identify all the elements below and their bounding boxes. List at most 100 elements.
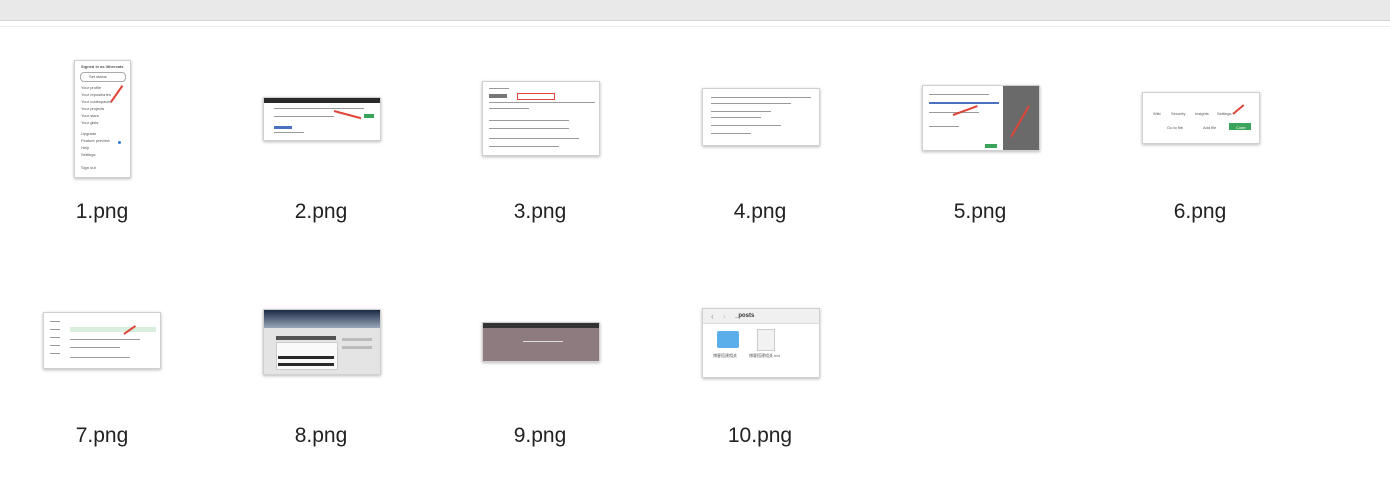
- thumb-header: Signed in as lithercats: [81, 64, 124, 69]
- thumb-line: [489, 128, 569, 129]
- file-item-2[interactable]: 2.png: [236, 50, 406, 250]
- thumb-line: [929, 94, 989, 95]
- thumb-line: [489, 88, 509, 89]
- red-arrow: [952, 105, 978, 116]
- highlight-box: [517, 93, 555, 100]
- red-arrow: [333, 110, 362, 120]
- menu-item: Sign out: [81, 165, 96, 170]
- tab-label: Security: [1171, 111, 1186, 116]
- thumb-line: [274, 108, 364, 109]
- menu-item: Feature preview: [81, 138, 110, 143]
- chevron-left-icon: ‹: [711, 312, 714, 321]
- file-thumbnail: [263, 309, 381, 375]
- panel-dark: [276, 336, 336, 340]
- thumb-line: [711, 111, 771, 112]
- thumb-button: Code: [1236, 125, 1246, 130]
- thumb-line: [70, 347, 120, 348]
- form-bar: [278, 356, 334, 359]
- file-name: 4.png: [733, 200, 787, 223]
- thumb-line: [711, 125, 781, 126]
- toolbar-strip: [0, 0, 1390, 21]
- thumb-line: [489, 94, 507, 98]
- thumb-button: Add file: [1203, 125, 1217, 130]
- thumb-button: Go to file: [1167, 125, 1184, 130]
- file-name: 2.png: [294, 200, 348, 223]
- thumb-line: [929, 102, 999, 104]
- file-thumbnail: [922, 85, 1040, 151]
- file-name: 6.png: [1173, 200, 1227, 223]
- thumb-line: [342, 346, 372, 349]
- file-name: 10.png: [727, 424, 793, 447]
- menu-item: Your profile: [81, 85, 102, 90]
- thumb-line: [274, 126, 292, 129]
- thumb-line: [50, 321, 60, 322]
- tab-label: Insights: [1195, 111, 1209, 116]
- file-name: 1.png: [75, 200, 129, 223]
- thumb-line: [50, 345, 60, 346]
- menu-item: Your projects: [81, 106, 105, 111]
- red-arrow: [110, 85, 124, 103]
- thumb-line: [70, 357, 130, 358]
- file-thumbnail: [702, 88, 820, 146]
- file-item-4[interactable]: 4.png: [675, 50, 845, 250]
- file-name: 3.png: [513, 200, 567, 223]
- thumb-line: [489, 108, 529, 109]
- thumb-line: [929, 126, 959, 127]
- menu-item: Your stars: [81, 113, 99, 118]
- thumb-line: [50, 337, 60, 338]
- thumb-status: Set status: [89, 74, 107, 79]
- menu-item: Help: [81, 145, 90, 150]
- thumb-line: [489, 146, 559, 147]
- file-thumbnail: [482, 81, 600, 156]
- file-item-5[interactable]: 5.png: [895, 50, 1065, 250]
- window-titlebar: [703, 309, 819, 324]
- file-name: 9.png: [513, 424, 567, 447]
- toolbar-divider: [0, 26, 1390, 27]
- thumb-line: [50, 353, 60, 354]
- file-name: 7.png: [75, 424, 129, 447]
- form-bar: [278, 363, 334, 366]
- item-name: 博客搭建相关.md: [749, 353, 780, 358]
- menu-item: Your repositories: [81, 92, 111, 97]
- thumb-line: [274, 116, 334, 117]
- thumb-header-bar: [483, 323, 599, 328]
- thumb-green-button: [364, 114, 374, 118]
- menu-item: Upgrade: [81, 131, 97, 136]
- red-arrow: [1232, 104, 1245, 115]
- thumb-line: [489, 102, 595, 103]
- file-item-9[interactable]: 9.png: [455, 274, 625, 474]
- thumb-line: [70, 339, 140, 340]
- file-item-10[interactable]: ‹ › _posts 博客搭建相关 博客搭建相关.md 10.png: [675, 274, 845, 474]
- menu-item: Your codespaces: [81, 99, 112, 104]
- file-thumbnail: [482, 322, 600, 362]
- thumb-line: [711, 133, 751, 134]
- file-thumbnail: [263, 97, 381, 141]
- file-item-1[interactable]: Signed in as lithercats Set status Your …: [17, 50, 187, 250]
- header-image: [264, 310, 380, 328]
- thumb-line: [489, 138, 579, 139]
- menu-item: Settings: [81, 152, 96, 157]
- file-thumbnail: [43, 312, 161, 369]
- file-name: 5.png: [953, 200, 1007, 223]
- thumb-line: [523, 341, 563, 342]
- thumb-green-button: [985, 144, 997, 148]
- folder-path: _posts: [735, 313, 755, 319]
- item-name: 博客搭建相关: [713, 353, 737, 358]
- thumb-line: [50, 329, 60, 330]
- file-item-3[interactable]: 3.png: [455, 50, 625, 250]
- thumb-line: [274, 132, 304, 133]
- file-name: 8.png: [294, 424, 348, 447]
- file-item-6[interactable]: Wiki Security Insights Settings Go to fi…: [1115, 50, 1285, 250]
- thumb-line: [342, 338, 372, 341]
- thumb-line: [711, 97, 811, 98]
- tab-label: Wiki: [1153, 111, 1161, 116]
- file-thumbnail: Wiki Security Insights Settings Go to fi…: [1142, 92, 1260, 144]
- document-icon: [757, 329, 775, 351]
- file-thumbnail: Signed in as lithercats Set status Your …: [74, 60, 131, 178]
- thumb-line: [711, 117, 761, 118]
- thumb-header-bar: [264, 98, 380, 103]
- dot-indicator: [118, 141, 121, 144]
- tab-label: Settings: [1217, 111, 1232, 116]
- file-item-8[interactable]: 8.png: [236, 274, 406, 474]
- file-item-7[interactable]: 7.png: [17, 274, 187, 474]
